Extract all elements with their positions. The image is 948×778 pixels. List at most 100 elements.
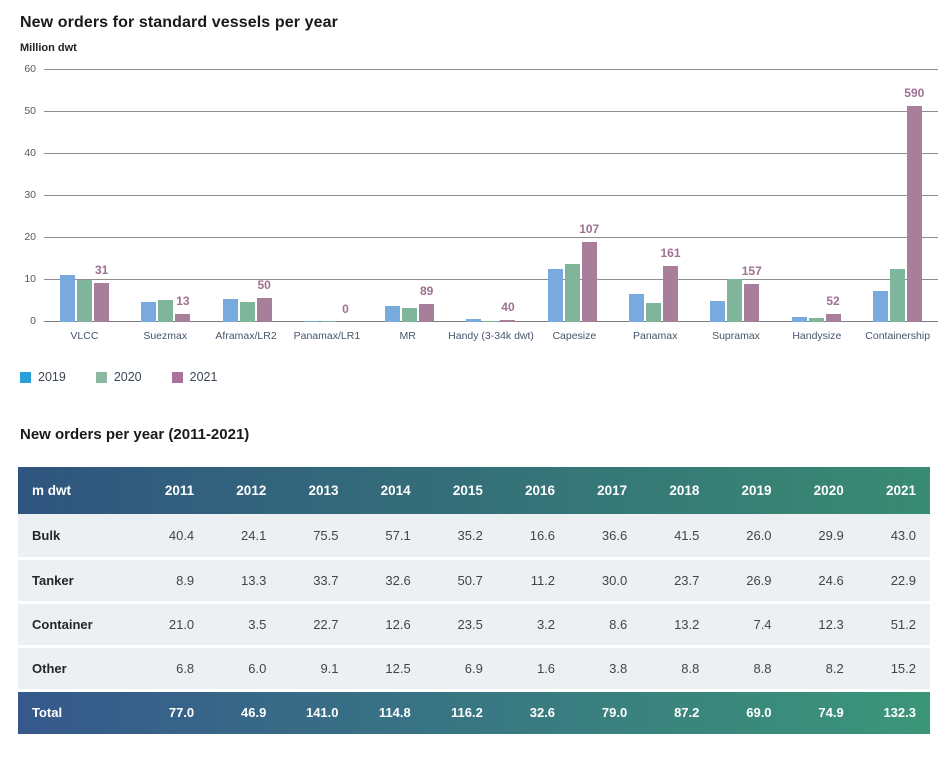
cell-value: 11.2 <box>497 558 569 602</box>
bar-group-containership: 590 <box>857 70 938 322</box>
bar-group-aframax-lr2: 50 <box>207 70 288 322</box>
bar-2020 <box>727 279 742 322</box>
cell-value: 32.6 <box>497 690 569 734</box>
y-tick-label: 10 <box>6 273 36 285</box>
bar-2019 <box>873 291 888 323</box>
row-label: Tanker <box>18 558 136 602</box>
bar-2021 <box>419 304 434 322</box>
bar-2021 <box>826 314 841 322</box>
bar-2019 <box>629 294 644 322</box>
legend-item-2020: 2020 <box>96 370 142 384</box>
column-header: 2021 <box>858 467 930 514</box>
bar-2019 <box>304 321 319 322</box>
cell-value: 22.9 <box>858 558 930 602</box>
y-tick-label: 20 <box>6 231 36 243</box>
cell-value: 1.6 <box>497 646 569 690</box>
bar-2020 <box>483 321 498 322</box>
cell-value: 24.6 <box>786 558 858 602</box>
column-header: 2013 <box>280 467 352 514</box>
bar-group-capesize: 107 <box>532 70 613 322</box>
bar-2021 <box>175 314 190 322</box>
bar-2019 <box>466 319 481 322</box>
bar-group-supramax: 157 <box>694 70 775 322</box>
cell-value: 6.0 <box>208 646 280 690</box>
cell-value: 35.2 <box>425 514 497 558</box>
legend-swatch-icon <box>20 372 31 383</box>
bar-2019 <box>548 269 563 322</box>
column-header: 2018 <box>641 467 713 514</box>
bar-2021 <box>500 320 515 322</box>
bar-2020 <box>809 318 824 322</box>
bar-2021 <box>744 284 759 322</box>
cell-value: 77.0 <box>136 690 208 734</box>
cell-value: 26.0 <box>713 514 785 558</box>
legend-item-2021: 2021 <box>172 370 218 384</box>
bar-group-panamax: 161 <box>613 70 694 322</box>
x-axis-label: Aframax/LR2 <box>206 330 287 342</box>
table-row-bulk: Bulk40.424.175.557.135.216.636.641.526.0… <box>18 514 930 558</box>
bar-2021 <box>257 298 272 322</box>
legend-label: 2021 <box>190 370 218 384</box>
cell-value: 8.9 <box>136 558 208 602</box>
bar-group-handy-3-34k-dwt-: 40 <box>450 70 531 322</box>
cell-value: 40.4 <box>136 514 208 558</box>
cell-value: 32.6 <box>353 558 425 602</box>
cell-value: 29.9 <box>786 514 858 558</box>
vessel-count-label-2021: 107 <box>579 222 599 236</box>
cell-value: 13.2 <box>641 602 713 646</box>
cell-value: 3.2 <box>497 602 569 646</box>
bar-2020 <box>321 321 336 322</box>
cell-value: 26.9 <box>713 558 785 602</box>
cell-value: 8.8 <box>641 646 713 690</box>
bar-2019 <box>223 299 238 322</box>
vessel-count-label-2021: 0 <box>342 302 349 316</box>
legend-item-2019: 2019 <box>20 370 66 384</box>
cell-value: 22.7 <box>280 602 352 646</box>
cell-value: 23.7 <box>641 558 713 602</box>
x-axis-label: Panamax <box>615 330 696 342</box>
column-header: 2016 <box>497 467 569 514</box>
bar-2020 <box>158 300 173 322</box>
x-axis-label: Containership <box>857 330 938 342</box>
vessel-count-label-2021: 590 <box>904 86 924 100</box>
vessel-count-label-2021: 161 <box>660 246 680 260</box>
table-row-total: Total77.046.9141.0114.8116.232.679.087.2… <box>18 690 930 734</box>
cell-value: 16.6 <box>497 514 569 558</box>
cell-value: 46.9 <box>208 690 280 734</box>
x-axis-label: Supramax <box>696 330 777 342</box>
cell-value: 12.5 <box>353 646 425 690</box>
y-axis-unit-label: Million dwt <box>0 32 948 66</box>
cell-value: 75.5 <box>280 514 352 558</box>
cell-value: 9.1 <box>280 646 352 690</box>
bar-2019 <box>60 275 75 322</box>
bar-2019 <box>710 301 725 322</box>
y-tick-label: 60 <box>6 63 36 75</box>
cell-value: 69.0 <box>713 690 785 734</box>
column-header: 2015 <box>425 467 497 514</box>
vessel-count-label-2021: 50 <box>257 278 270 292</box>
cell-value: 51.2 <box>858 602 930 646</box>
bar-group-suezmax: 13 <box>125 70 206 322</box>
bar-group-handysize: 52 <box>775 70 856 322</box>
table-row-other: Other6.86.09.112.56.91.63.88.88.88.215.2 <box>18 646 930 690</box>
cell-value: 6.8 <box>136 646 208 690</box>
bar-2020 <box>77 280 92 322</box>
cell-value: 3.5 <box>208 602 280 646</box>
cell-value: 79.0 <box>569 690 641 734</box>
cell-value: 8.8 <box>713 646 785 690</box>
bar-2021 <box>663 266 678 322</box>
row-label: Other <box>18 646 136 690</box>
bar-2019 <box>141 302 156 322</box>
column-header: 2019 <box>713 467 785 514</box>
bar-2019 <box>385 306 400 322</box>
legend-swatch-icon <box>96 372 107 383</box>
x-axis-label: Handysize <box>776 330 857 342</box>
cell-value: 21.0 <box>136 602 208 646</box>
legend-label: 2019 <box>38 370 66 384</box>
table-section: New orders per year (2011-2021) m dwt201… <box>0 426 948 734</box>
cell-value: 7.4 <box>713 602 785 646</box>
cell-value: 6.9 <box>425 646 497 690</box>
bar-2020 <box>565 264 580 322</box>
column-header: 2014 <box>353 467 425 514</box>
bar-group-mr: 89 <box>369 70 450 322</box>
